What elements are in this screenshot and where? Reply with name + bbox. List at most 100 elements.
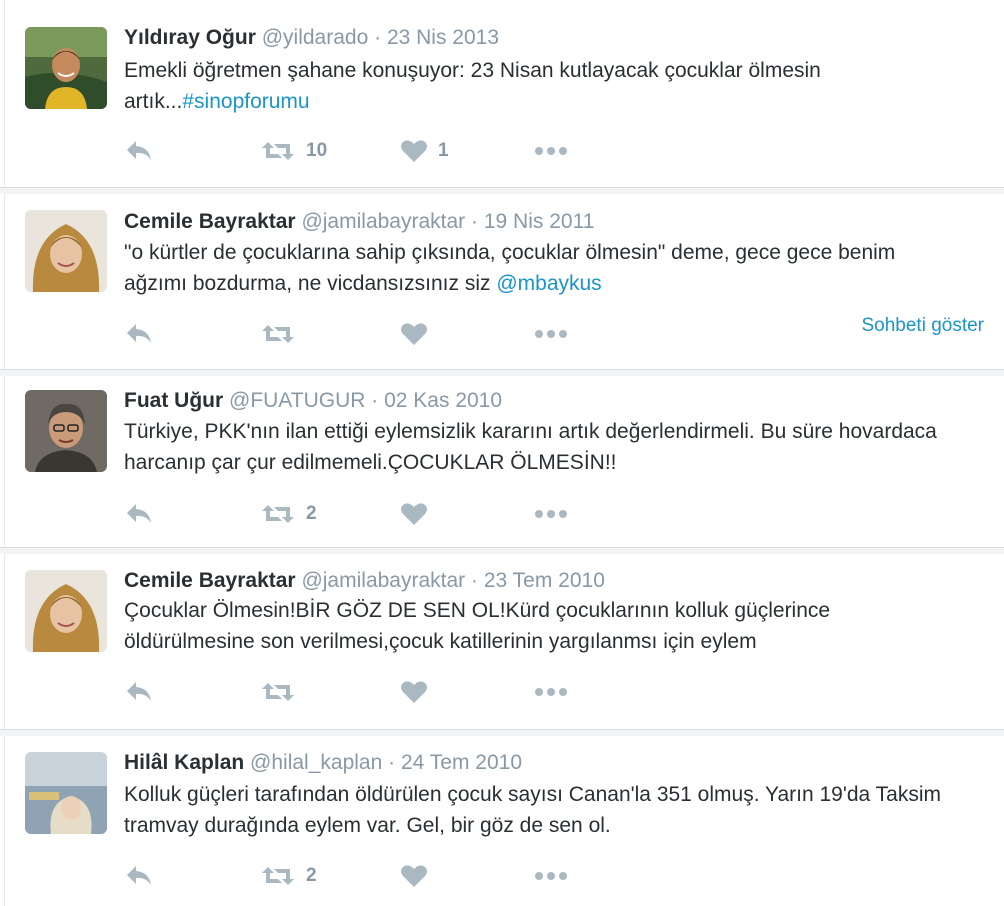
reply-button[interactable] (124, 136, 154, 166)
tweet-header: Fuat Uğur @FUATUGUR · 02 Kas 2010 (124, 388, 994, 414)
retweet-icon (262, 683, 294, 701)
more-icon (535, 147, 567, 155)
heart-icon (401, 681, 427, 703)
more-button[interactable] (534, 136, 568, 166)
author-name[interactable]: Cemile Bayraktar (124, 569, 296, 592)
reply-icon (127, 682, 151, 701)
tweet[interactable]: Yıldıray Oğur @yildarado · 23 Nis 2013 E… (0, 0, 1004, 188)
author-handle[interactable]: @hilal_kaplan (250, 751, 382, 774)
avatar[interactable] (25, 390, 107, 472)
author-handle[interactable]: @FUATUGUR (229, 389, 365, 412)
tweet-date[interactable]: 23 Nis 2013 (387, 26, 499, 49)
tweet-text: Çocuklar Ölmesin!BİR GÖZ DE SEN OL!Kürd … (124, 595, 964, 657)
retweet-icon (262, 142, 294, 160)
tweet-text: Kolluk güçleri tarafından öldürülen çocu… (124, 779, 964, 841)
tweet-actions (124, 677, 594, 707)
tweet-text: Emekli öğretmen şahane konuşuyor: 23 Nis… (124, 55, 964, 117)
retweet-button[interactable]: 2 (260, 861, 317, 891)
more-icon (535, 688, 567, 696)
tweet-actions: 2 (124, 499, 594, 529)
like-button[interactable] (400, 499, 438, 529)
mention-link[interactable]: @mbaykus (496, 272, 601, 295)
reply-icon (127, 866, 151, 885)
tweet-header: Hilâl Kaplan @hilal_kaplan · 24 Tem 2010 (124, 750, 994, 776)
reply-icon (127, 324, 151, 343)
tweet-separator (0, 730, 1004, 736)
tweet-separator (0, 548, 1004, 554)
tweet-date[interactable]: 23 Tem 2010 (484, 569, 605, 592)
retweet-button[interactable] (260, 319, 306, 349)
retweet-count: 2 (306, 865, 317, 886)
avatar[interactable] (25, 752, 107, 834)
separator-dot: · (471, 210, 479, 233)
tweet-timeline: Yıldıray Oğur @yildarado · 23 Nis 2013 E… (0, 0, 1004, 906)
author-handle[interactable]: @jamilabayraktar (301, 210, 465, 233)
tweet-text: "o kürtler de çocuklarına sahip çıksında… (124, 237, 964, 299)
reply-icon (127, 504, 151, 523)
tweet-separator (0, 188, 1004, 194)
separator-dot: · (471, 569, 479, 592)
tweet-date[interactable]: 02 Kas 2010 (384, 389, 502, 412)
retweet-button[interactable] (260, 677, 306, 707)
reply-icon (127, 141, 151, 160)
more-icon (535, 510, 567, 518)
author-name[interactable]: Hilâl Kaplan (124, 751, 244, 774)
like-button[interactable] (400, 677, 438, 707)
tweet-header: Cemile Bayraktar @jamilabayraktar · 23 T… (124, 568, 994, 594)
like-count: 1 (438, 140, 449, 161)
tweet-body: Kolluk güçleri tarafından öldürülen çocu… (124, 783, 941, 837)
tweet[interactable]: Cemile Bayraktar @jamilabayraktar · 23 T… (0, 548, 1004, 730)
heart-icon (401, 140, 427, 162)
hashtag-link[interactable]: #sinopforumu (182, 90, 309, 113)
tweet-actions: 10 1 (124, 136, 594, 166)
separator-dot: · (388, 751, 396, 774)
avatar[interactable] (25, 570, 107, 652)
retweet-icon (262, 325, 294, 343)
retweet-button[interactable]: 2 (260, 499, 317, 529)
more-button[interactable] (534, 677, 568, 707)
retweet-count: 2 (306, 503, 317, 524)
tweet-body: Çocuklar Ölmesin!BİR GÖZ DE SEN OL!Kürd … (124, 599, 831, 653)
author-name[interactable]: Fuat Uğur (124, 389, 223, 412)
retweet-icon (262, 867, 294, 885)
tweet-text: Türkiye, PKK'nın ilan ettiği eylemsizlik… (124, 416, 964, 478)
more-button[interactable] (534, 861, 568, 891)
author-name[interactable]: Yıldıray Oğur (124, 26, 256, 49)
reply-button[interactable] (124, 861, 154, 891)
author-handle[interactable]: @jamilabayraktar (301, 569, 465, 592)
avatar[interactable] (25, 27, 107, 109)
author-handle[interactable]: @yildarado (262, 26, 369, 49)
author-name[interactable]: Cemile Bayraktar (124, 210, 296, 233)
more-button[interactable] (534, 499, 568, 529)
retweet-icon (262, 505, 294, 523)
tweet[interactable]: Hilâl Kaplan @hilal_kaplan · 24 Tem 2010… (0, 730, 1004, 906)
heart-icon (401, 323, 427, 345)
like-button[interactable] (400, 861, 438, 891)
tweet[interactable]: Fuat Uğur @FUATUGUR · 02 Kas 2010 Türkiy… (0, 370, 1004, 548)
separator-dot: · (374, 26, 382, 49)
tweet[interactable]: Cemile Bayraktar @jamilabayraktar · 19 N… (0, 188, 1004, 370)
tweet-header: Cemile Bayraktar @jamilabayraktar · 19 N… (124, 209, 994, 235)
like-button[interactable] (400, 319, 438, 349)
tweet-date[interactable]: 19 Nis 2011 (484, 210, 595, 233)
more-icon (535, 872, 567, 880)
show-conversation-link[interactable]: Sohbeti göster (861, 315, 984, 337)
more-icon (535, 330, 567, 338)
heart-icon (401, 503, 427, 525)
retweet-count: 10 (306, 140, 328, 161)
reply-button[interactable] (124, 499, 154, 529)
retweet-button[interactable]: 10 (260, 136, 327, 166)
tweet-actions (124, 319, 594, 349)
like-button[interactable]: 1 (400, 136, 449, 166)
tweet-header: Yıldıray Oğur @yildarado · 23 Nis 2013 (124, 25, 994, 51)
tweet-separator (0, 370, 1004, 376)
more-button[interactable] (534, 319, 568, 349)
heart-icon (401, 865, 427, 887)
tweet-actions: 2 (124, 861, 594, 891)
tweet-body: Türkiye, PKK'nın ilan ettiği eylemsizlik… (124, 420, 937, 474)
reply-button[interactable] (124, 319, 154, 349)
separator-dot: · (371, 389, 379, 412)
reply-button[interactable] (124, 677, 154, 707)
avatar[interactable] (25, 210, 107, 292)
tweet-date[interactable]: 24 Tem 2010 (401, 751, 522, 774)
